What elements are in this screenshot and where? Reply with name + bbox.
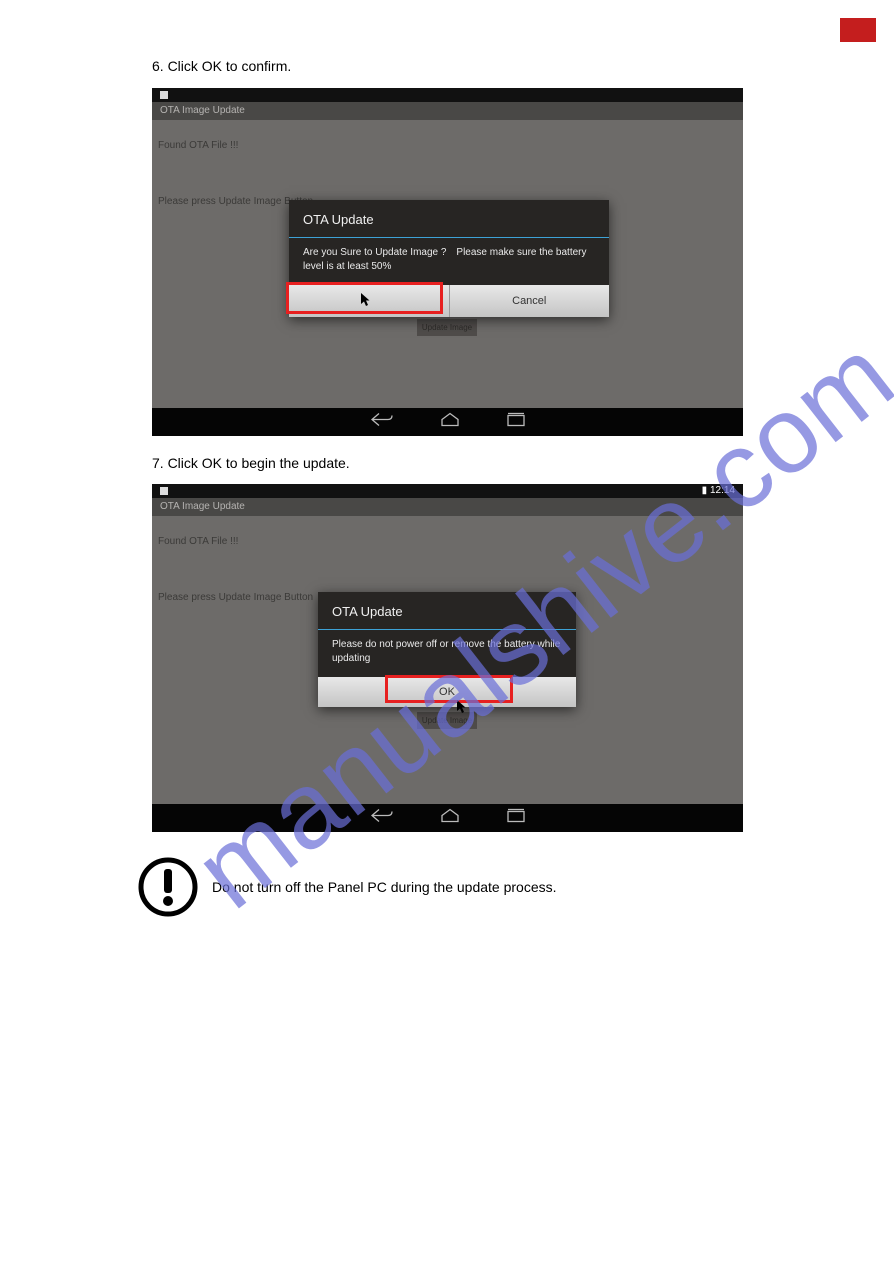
ota-warning-dialog: OTA Update Please do not power off or re… bbox=[318, 592, 576, 707]
status-icon bbox=[160, 487, 168, 495]
app-title-bar: OTA Image Update bbox=[152, 102, 743, 120]
screenshot-1: OTA Image Update Found OTA File !!! Plea… bbox=[152, 88, 743, 436]
press-update-text: Please press Update Image Button bbox=[158, 592, 313, 603]
screenshot-2: ▮ 12:14 OTA Image Update Found OTA File … bbox=[152, 484, 743, 832]
home-icon[interactable] bbox=[441, 413, 459, 432]
app-title-bar: OTA Image Update bbox=[152, 498, 743, 516]
found-file-text: Found OTA File !!! bbox=[158, 536, 238, 547]
cursor-icon bbox=[457, 700, 467, 719]
dialog-body: Are you Sure to Update Image ? Please ma… bbox=[289, 238, 609, 285]
back-icon[interactable] bbox=[371, 809, 393, 828]
status-icon bbox=[160, 91, 168, 99]
dialog-button-row: OK bbox=[318, 677, 576, 707]
cancel-button[interactable]: Cancel bbox=[450, 285, 610, 317]
cancel-label: Cancel bbox=[512, 295, 546, 307]
status-bar: ▮ 12:14 bbox=[152, 484, 743, 498]
warning-row: Do not turn off the Panel PC during the … bbox=[138, 857, 557, 917]
dialog-title: OTA Update bbox=[332, 604, 562, 619]
recent-icon[interactable] bbox=[507, 809, 525, 828]
update-image-button[interactable]: Update Image bbox=[417, 712, 477, 729]
found-file-text: Found OTA File !!! bbox=[158, 140, 238, 151]
page-corner-badge bbox=[840, 18, 876, 42]
ota-confirm-dialog: OTA Update Are you Sure to Update Image … bbox=[289, 200, 609, 317]
nav-icons bbox=[371, 809, 525, 828]
step-7-text: 7. Click OK to begin the update. bbox=[152, 455, 350, 471]
clock-text: 12:14 bbox=[710, 485, 735, 496]
dialog-body: Please do not power off or remove the ba… bbox=[318, 630, 576, 677]
nav-icons bbox=[371, 413, 525, 432]
status-time: ▮ 12:14 bbox=[702, 485, 735, 496]
step-6-text: 6. Click OK to confirm. bbox=[152, 58, 291, 74]
cursor-icon bbox=[361, 293, 371, 310]
dialog-header: OTA Update bbox=[289, 200, 609, 231]
dialog-header: OTA Update bbox=[318, 592, 576, 623]
status-bar bbox=[152, 88, 743, 102]
back-icon[interactable] bbox=[371, 413, 393, 432]
ok-button[interactable]: OK bbox=[439, 686, 455, 698]
nav-bar bbox=[152, 408, 743, 436]
dialog-title: OTA Update bbox=[303, 212, 595, 227]
recent-icon[interactable] bbox=[507, 413, 525, 432]
battery-icon: ▮ bbox=[702, 485, 708, 496]
dialog-button-row: OK Cancel bbox=[289, 285, 609, 317]
update-image-button[interactable]: Update Image bbox=[417, 319, 477, 336]
warning-icon bbox=[138, 857, 198, 917]
ok-button[interactable]: OK bbox=[289, 285, 449, 317]
nav-bar bbox=[152, 804, 743, 832]
warning-text: Do not turn off the Panel PC during the … bbox=[212, 879, 557, 895]
home-icon[interactable] bbox=[441, 809, 459, 828]
